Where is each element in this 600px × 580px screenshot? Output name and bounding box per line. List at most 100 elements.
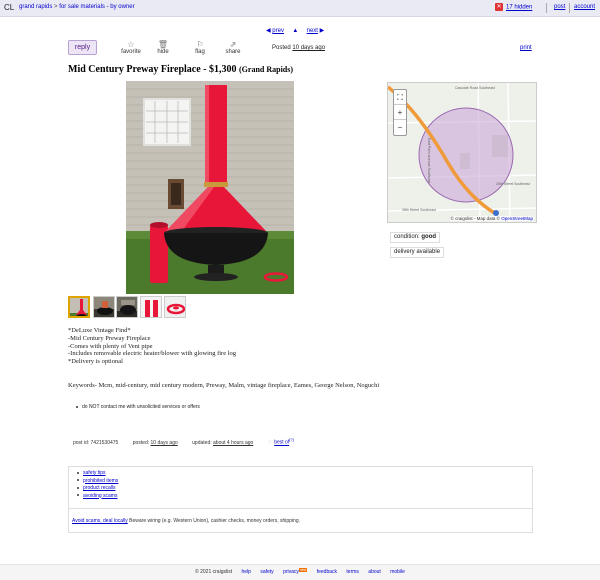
posting-body: *DeLuxe Vintage Find* -Mid Century Prewa… [68,327,236,366]
description-line: *Delivery is optional [68,358,123,366]
hide-button[interactable]: 🗑 hide [148,40,178,55]
bullet-icon [77,494,79,497]
updated-value: about 4 hours ago [213,439,254,446]
map-zoom-controls: ⛶ + − [393,89,407,136]
breadcrumb-city[interactable]: grand rapids [19,4,52,10]
privacy-link[interactable]: privacynew [283,568,308,575]
location-map[interactable]: Cascade Road Southeast 28th Street South… [387,82,537,223]
header-divider [569,3,570,13]
scam-warning: Avoid scams, deal locally Beware wiring … [72,518,300,524]
breadcrumb-category[interactable]: for sale materials - by owner [59,4,134,10]
breadcrumb: grand rapids > for sale materials - by o… [19,4,135,10]
mobile-link[interactable]: mobile [390,569,405,575]
share-label: share [225,49,241,55]
list-item: avoiding scams [77,493,118,501]
keywords-text: Keywords- Mcm, mid-century, mid century … [68,382,380,389]
thumbnail-4[interactable] [140,296,162,318]
openstreetmap-link[interactable]: OpenStreetMap [501,216,533,221]
scam-warning-text: Beware wiring (e.g. Western Union), cash… [129,518,300,524]
footer: © 2021 craigslist help safety privacynew… [0,564,600,580]
avoid-scams-link[interactable]: Avoid scams, deal locally [72,518,128,524]
heart-icon: ♡ [267,439,273,446]
notice-text: do NOT contact me with unsolicited servi… [82,404,200,410]
header-divider [546,3,547,13]
top-header: CL grand rapids > for sale materials - b… [0,0,600,17]
listing-title: Mid Century Preway Fireplace - $1,300 [68,64,237,75]
map-road-label-2: 28th Street Southeast [402,208,436,212]
best-of-link[interactable]: best of [274,440,289,446]
product-recalls-link[interactable]: product recalls [83,485,116,491]
terms-link[interactable]: terms [346,569,359,575]
flag-button[interactable]: ⚐ flag [185,40,215,55]
contact-notice: do NOT contact me with unsolicited servi… [76,404,200,410]
hidden-count-link[interactable]: 17 hidden [506,5,532,11]
prev-arrow-icon[interactable]: ◀ [266,28,271,34]
next-link[interactable]: next [307,28,318,34]
listing-nav: ◀ prev ▲ next ▶ [266,27,324,34]
fireplace-photo-image [126,81,294,294]
craigslist-logo[interactable]: CL [4,3,14,12]
map-attribution-text: © craigslist - Map data © [450,216,500,221]
about-link[interactable]: about [368,569,381,575]
description-line: -Mid Century Preway Fireplace [68,334,151,342]
print-link[interactable]: print [520,45,532,51]
bullet-icon [76,405,78,408]
posted-ago: 10 days ago [292,45,326,51]
feedback-link[interactable]: feedback [317,569,337,575]
flag-icon: ⚐ [196,40,204,49]
description-line: *DeLuxe Vintage Find* [68,327,131,334]
best-of-info-icon[interactable]: [?] [289,437,293,442]
flag-label: flag [195,49,205,55]
post-info: post id: 7421530475 posted: 10 days ago … [73,437,294,446]
safety-box: safety tips prohibited items product rec… [68,466,533,533]
divider [69,508,532,509]
delivery-attribute: delivery available [390,247,445,258]
fullscreen-button[interactable]: ⛶ [394,90,406,105]
listing-location: (Grand Rapids) [239,65,294,74]
help-link[interactable]: help [241,569,250,575]
privacy-label: privacy [283,569,299,575]
account-link[interactable]: account [574,4,595,10]
prohibited-items-link[interactable]: prohibited items [83,478,118,484]
map-road-label-4: East Paris Avenue Southeast [427,138,431,183]
reply-button[interactable]: reply [68,40,97,55]
bullet-icon [77,471,79,474]
thumbnail-3[interactable] [116,296,138,318]
prev-link[interactable]: prev [272,28,284,34]
updated-label: updated: [192,439,212,446]
list-item: product recalls [77,485,118,493]
breadcrumb-separator: > [54,4,58,10]
next-arrow-icon[interactable]: ▶ [320,28,325,34]
posted-value: 10 days ago [150,439,178,446]
thumbnail-1[interactable] [68,296,90,318]
safety-link[interactable]: safety [260,569,273,575]
zoom-out-button[interactable]: − [394,120,406,135]
safety-links: safety tips prohibited items product rec… [77,470,118,500]
updated-info: updated: about 4 hours ago [192,440,255,446]
map-road-label-3: 28th Street Southeast [496,182,530,186]
description-line: -Includes removable electric heater/blow… [68,350,237,358]
trash-icon: 🗑 [157,40,169,49]
avoiding-scams-link[interactable]: avoiding scams [83,493,117,499]
map-attribution: © craigslist - Map data © OpenStreetMap [449,216,534,221]
hide-label: hide [157,49,169,55]
condition-value: good [421,234,437,240]
zoom-in-button[interactable]: + [394,105,406,120]
map-road-label-1: Cascade Road Southeast [455,86,495,90]
posted-date: Posted 10 days ago [272,45,325,51]
hidden-posts[interactable]: ✕ 17 hidden [495,3,532,11]
post-link[interactable]: post [554,4,565,10]
list-item: safety tips [77,470,118,478]
favorite-button[interactable]: ☆ favorite [116,40,146,55]
favorite-label: favorite [121,49,141,55]
thumbnail-5[interactable] [164,296,186,318]
map-canvas: Cascade Road Southeast 28th Street South… [388,83,536,222]
thumbnail-2[interactable] [93,296,115,318]
bullet-icon [77,486,79,489]
share-button[interactable]: ⇗ share [218,40,248,55]
condition-attribute: condition: good [390,232,441,243]
main-photo[interactable] [126,81,294,294]
bullet-icon [77,479,79,482]
up-link[interactable]: ▲ [292,28,298,34]
safety-tips-link[interactable]: safety tips [83,470,106,476]
